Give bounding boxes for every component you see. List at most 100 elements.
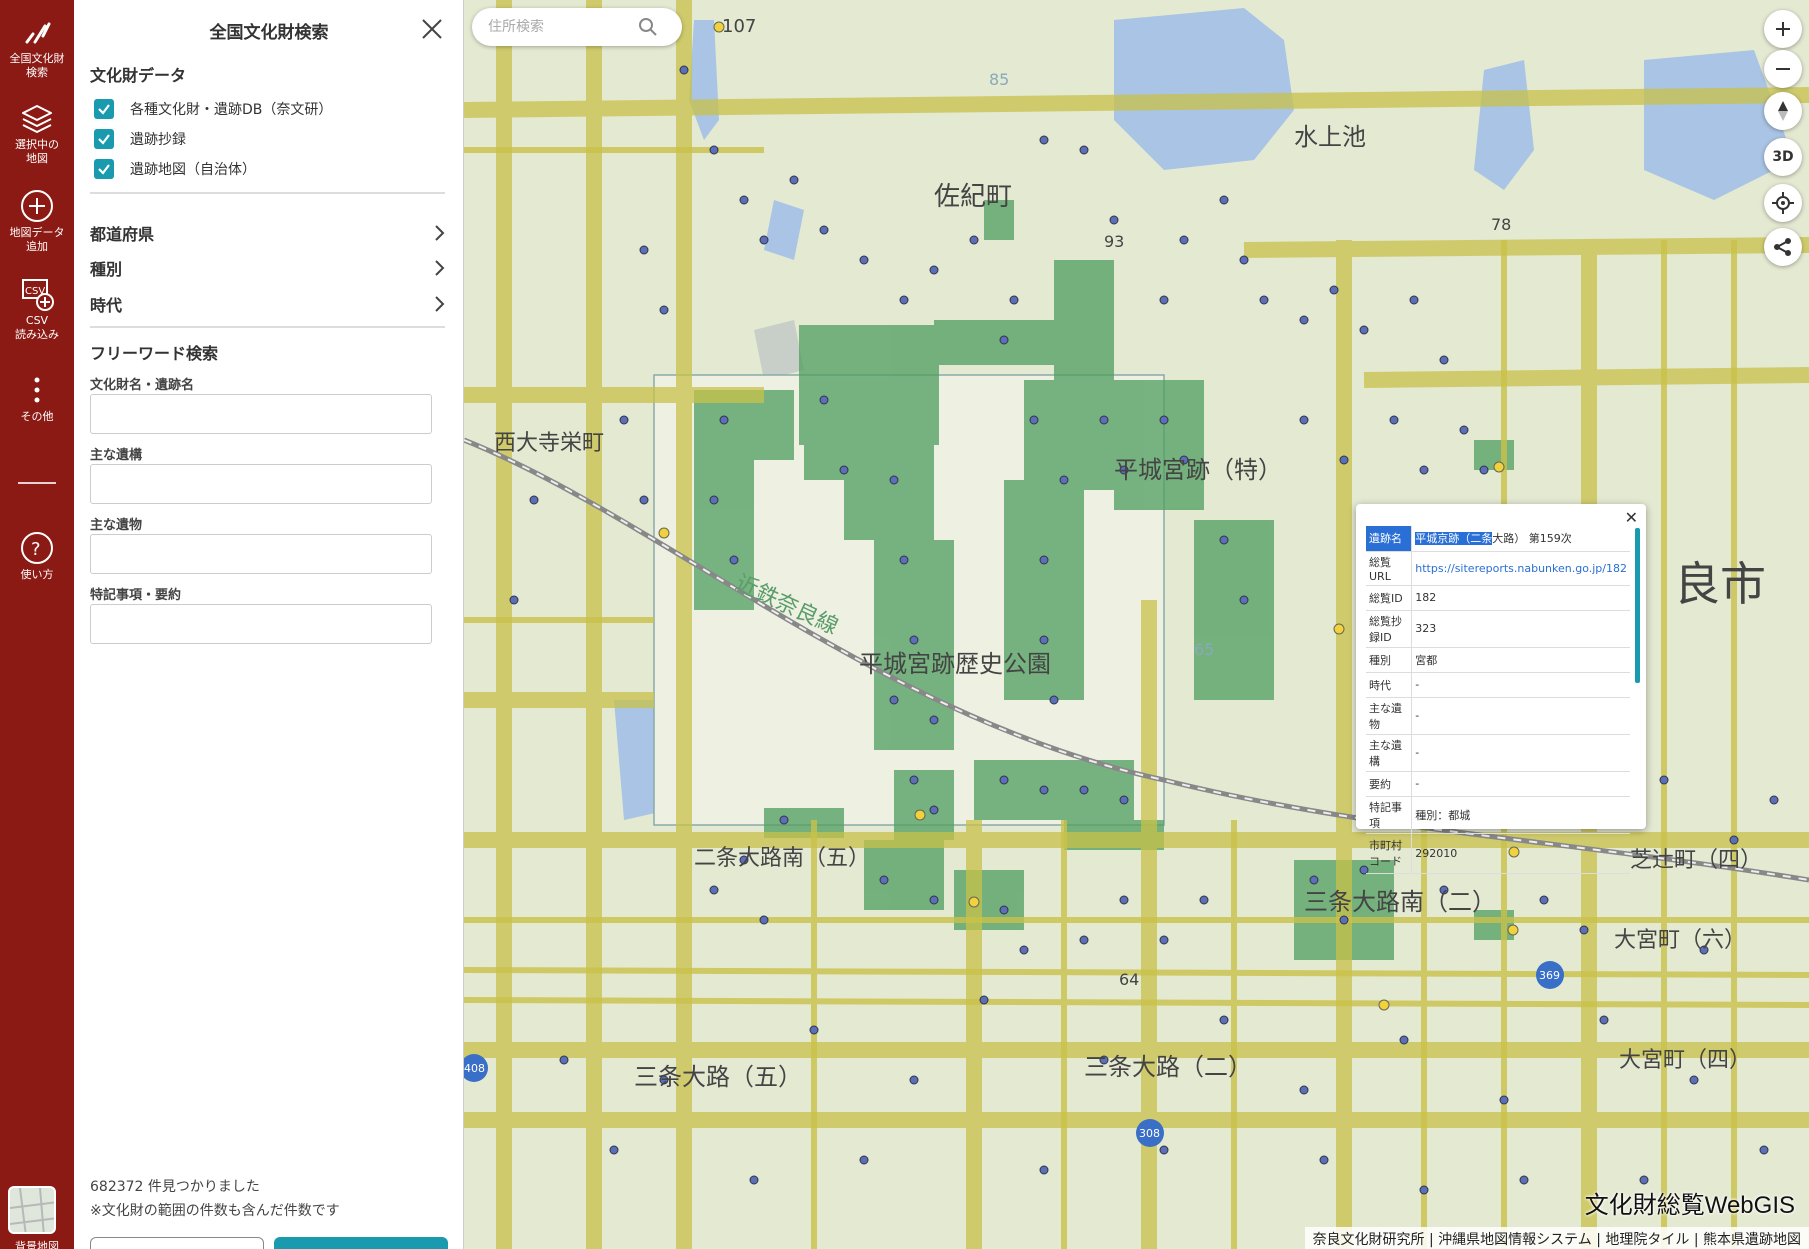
rail-selected-maps[interactable]: 選択中の 地図 — [0, 100, 74, 166]
table-row: 総覧URL https://sitereports.nabunken.go.jp… — [1366, 551, 1630, 586]
field-label-notes: 特記事項・要約 — [90, 588, 182, 603]
svg-text:?: ? — [31, 539, 41, 560]
toggle-3d-button[interactable]: 3D — [1764, 138, 1802, 176]
chevron-right-icon — [435, 260, 445, 276]
rail-search-heritage[interactable]: 全国文化財 検索 — [0, 14, 74, 80]
check-icon — [94, 99, 114, 119]
heritage-name-input[interactable] — [90, 394, 432, 434]
checkbox-label: 各種文化財・遺跡DB（奈文研） — [130, 102, 333, 118]
map-label-pond: 水上池 — [1294, 123, 1366, 151]
search-heritage-icon — [25, 22, 51, 44]
attr-key: 主な遺構 — [1366, 734, 1413, 772]
field-label-features: 主な遺構 — [90, 448, 143, 463]
freeword-heading: フリーワード検索 — [90, 344, 219, 363]
table-row: 要約 - — [1366, 771, 1630, 797]
rail-divider — [18, 482, 56, 484]
search-icon[interactable] — [638, 17, 658, 37]
main-features-input[interactable] — [90, 464, 432, 504]
rail-help[interactable]: ? 使い方 — [0, 530, 74, 582]
checkbox-label: 遺跡地図（自治体） — [130, 162, 256, 178]
compass-button[interactable] — [1764, 92, 1802, 130]
route-number: 408 — [464, 1062, 485, 1075]
map-label-park: 平城宮跡歴史公園 — [859, 650, 1051, 678]
background-map-thumbnail[interactable] — [8, 1186, 56, 1234]
rail-add-map-data[interactable]: 地図データ 追加 — [0, 188, 74, 254]
checkbox-nabunken-db[interactable]: 各種文化財・遺跡DB（奈文研） — [94, 97, 332, 121]
elevation-label: 85 — [989, 70, 1009, 89]
rail-more[interactable]: その他 — [0, 372, 74, 424]
rail-label: CSV 読み込み — [15, 314, 59, 341]
attr-key: 遺跡名 — [1366, 526, 1413, 552]
map-view[interactable]: 平城宮跡歴史公園 平城宮跡（特） 佐紀町 西大寺栄町 三条大路南（二） 二条大路… — [464, 0, 1809, 1249]
field-label-artifacts: 主な遺物 — [90, 518, 143, 533]
result-count: 682372 件見つかりました — [90, 1179, 260, 1195]
geolocate-button[interactable] — [1764, 184, 1802, 222]
checkbox-site-abstracts[interactable]: 遺跡抄録 — [94, 127, 186, 151]
primary-button[interactable] — [274, 1237, 448, 1249]
attr-value-selected: 平城京跡（二条 — [1415, 532, 1493, 546]
attr-value: 182 — [1411, 585, 1630, 611]
checkbox-label: 遺跡抄録 — [130, 132, 186, 148]
divider — [90, 192, 445, 194]
attr-value: 種別：都城 — [1411, 796, 1630, 834]
elevation-label: 107 — [722, 16, 756, 37]
filter-label: 時代 — [90, 296, 123, 315]
table-row: 主な遺構 - — [1366, 734, 1630, 772]
map-label-town: 西大寺栄町 — [494, 431, 604, 456]
map-label-town: 芝辻町（四） — [1630, 848, 1762, 873]
csv-add-icon: CSV — [22, 279, 54, 311]
filter-period[interactable]: 時代 — [90, 290, 445, 318]
attr-key: 総覧ID — [1366, 585, 1413, 611]
map-label-site: 平城宮跡（特） — [1114, 456, 1282, 484]
map-label-road: 三条大路（二） — [1084, 1053, 1252, 1081]
elevation-label: 65 — [1194, 640, 1214, 659]
attr-key: 時代 — [1366, 672, 1413, 698]
map-label-city: 良市 — [1674, 557, 1766, 611]
chevron-right-icon — [435, 225, 445, 241]
elevation-label: 64 — [1119, 970, 1139, 989]
zoom-out-button[interactable] — [1764, 50, 1802, 88]
share-button[interactable] — [1764, 228, 1802, 266]
table-row: 遺跡名 平城京跡（二条大路） 第159次 — [1366, 526, 1630, 552]
attr-value: - — [1411, 672, 1630, 698]
attr-value: https://sitereports.nabunken.go.jp/182 — [1411, 551, 1630, 586]
address-search[interactable] — [472, 8, 682, 46]
check-icon — [94, 129, 114, 149]
notes-summary-input[interactable] — [90, 604, 432, 644]
checkbox-site-maps[interactable]: 遺跡地図（自治体） — [94, 157, 256, 181]
main-artifacts-input[interactable] — [90, 534, 432, 574]
plus-circle-icon — [21, 190, 53, 222]
rail-label: 全国文化財 検索 — [9, 52, 65, 79]
background-map-preview-icon — [10, 1188, 54, 1232]
plus-icon — [1776, 22, 1790, 36]
map-label-road: 三条大路南（二） — [1304, 888, 1496, 916]
feature-popup: ✕ 遺跡名 平城京跡（二条大路） 第159次 総覧URL https://sit… — [1356, 504, 1646, 874]
close-icon[interactable] — [419, 16, 445, 42]
data-heading: 文化財データ — [90, 66, 187, 85]
report-link[interactable]: https://sitereports.nabunken.go.jp/182 — [1415, 562, 1627, 575]
attr-value: 宮都 — [1411, 647, 1630, 673]
minus-icon — [1776, 68, 1790, 70]
filter-prefecture[interactable]: 都道府県 — [90, 219, 445, 247]
background-map-label: 背景地図 — [15, 1240, 59, 1249]
zoom-in-button[interactable] — [1764, 10, 1802, 48]
rail-label: 地図データ 追加 — [9, 226, 65, 253]
address-search-input[interactable] — [488, 19, 638, 35]
popup-scrollbar[interactable] — [1635, 528, 1640, 683]
elevation-label: 78 — [1491, 215, 1511, 234]
filter-type[interactable]: 種別 — [90, 254, 445, 282]
secondary-button[interactable] — [90, 1237, 264, 1249]
map-label-town: 佐紀町 — [934, 182, 1012, 212]
rail-label: その他 — [20, 410, 54, 423]
table-row: 特記事項 種別：都城 — [1366, 796, 1630, 834]
divider — [90, 326, 445, 328]
filter-label: 都道府県 — [90, 225, 155, 244]
panel-title: 全国文化財検索 — [209, 23, 329, 43]
compass-icon — [1778, 101, 1788, 121]
attr-value: - — [1411, 697, 1630, 735]
popup-close-icon[interactable]: ✕ — [1625, 508, 1638, 527]
attr-key: 種別 — [1366, 647, 1413, 673]
filter-label: 種別 — [90, 260, 123, 279]
rail-load-csv[interactable]: CSV CSV 読み込み — [0, 276, 74, 342]
attr-value: 292010 — [1411, 833, 1630, 874]
